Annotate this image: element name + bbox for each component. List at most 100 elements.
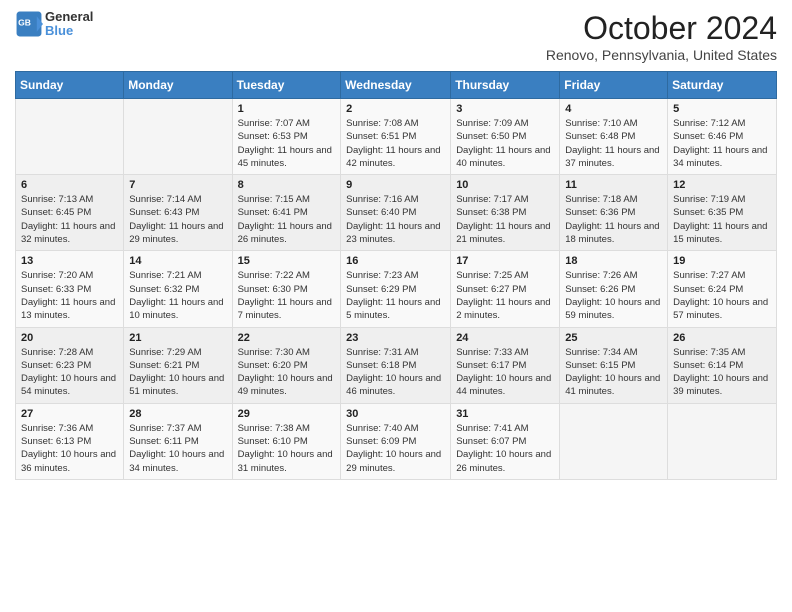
day-info: Sunrise: 7:15 AMSunset: 6:41 PMDaylight:… bbox=[238, 193, 336, 246]
calendar-cell: 5 Sunrise: 7:12 AMSunset: 6:46 PMDaylight… bbox=[668, 99, 777, 175]
day-number: 28 bbox=[129, 408, 226, 420]
calendar-cell: 27 Sunrise: 7:36 AMSunset: 6:13 PMDayligh… bbox=[16, 403, 124, 479]
calendar-cell: 10 Sunrise: 7:17 AMSunset: 6:38 PMDayligh… bbox=[451, 175, 560, 251]
day-number: 25 bbox=[565, 332, 662, 344]
title-block: October 2024 Renovo, Pennsylvania, Unite… bbox=[546, 10, 777, 63]
day-info: Sunrise: 7:33 AMSunset: 6:17 PMDaylight:… bbox=[456, 346, 554, 399]
calendar-week-row: 27 Sunrise: 7:36 AMSunset: 6:13 PMDayligh… bbox=[16, 403, 777, 479]
day-number: 31 bbox=[456, 408, 554, 420]
day-number: 30 bbox=[346, 408, 445, 420]
day-info: Sunrise: 7:28 AMSunset: 6:23 PMDaylight:… bbox=[21, 346, 118, 399]
calendar-cell: 4 Sunrise: 7:10 AMSunset: 6:48 PMDaylight… bbox=[560, 99, 668, 175]
day-info: Sunrise: 7:13 AMSunset: 6:45 PMDaylight:… bbox=[21, 193, 118, 246]
day-number: 27 bbox=[21, 408, 118, 420]
calendar-cell: 12 Sunrise: 7:19 AMSunset: 6:35 PMDayligh… bbox=[668, 175, 777, 251]
column-header-tuesday: Tuesday bbox=[232, 72, 341, 99]
column-header-sunday: Sunday bbox=[16, 72, 124, 99]
day-number: 4 bbox=[565, 103, 662, 115]
day-number: 11 bbox=[565, 179, 662, 191]
calendar-cell: 14 Sunrise: 7:21 AMSunset: 6:32 PMDayligh… bbox=[124, 251, 232, 327]
day-number: 23 bbox=[346, 332, 445, 344]
day-info: Sunrise: 7:20 AMSunset: 6:33 PMDaylight:… bbox=[21, 269, 118, 322]
calendar-cell: 13 Sunrise: 7:20 AMSunset: 6:33 PMDayligh… bbox=[16, 251, 124, 327]
calendar-cell: 26Sunrise: 7:35 AMSunset: 6:14 PMDayligh… bbox=[668, 327, 777, 403]
day-number: 6 bbox=[21, 179, 118, 191]
calendar-header-row: SundayMondayTuesdayWednesdayThursdayFrid… bbox=[16, 72, 777, 99]
column-header-friday: Friday bbox=[560, 72, 668, 99]
day-number: 21 bbox=[129, 332, 226, 344]
day-number: 17 bbox=[456, 255, 554, 267]
calendar-cell bbox=[16, 99, 124, 175]
calendar-cell: 1Sunrise: 7:07 AMSunset: 6:53 PMDaylight… bbox=[232, 99, 341, 175]
calendar-cell: 21 Sunrise: 7:29 AMSunset: 6:21 PMDayligh… bbox=[124, 327, 232, 403]
day-number: 19 bbox=[673, 255, 771, 267]
day-info: Sunrise: 7:16 AMSunset: 6:40 PMDaylight:… bbox=[346, 193, 445, 246]
calendar-cell: 28 Sunrise: 7:37 AMSunset: 6:11 PMDayligh… bbox=[124, 403, 232, 479]
day-info: Sunrise: 7:21 AMSunset: 6:32 PMDaylight:… bbox=[129, 269, 226, 322]
calendar-table: SundayMondayTuesdayWednesdayThursdayFrid… bbox=[15, 71, 777, 480]
day-info: Sunrise: 7:10 AMSunset: 6:48 PMDaylight:… bbox=[565, 117, 662, 170]
logo-text: General Blue bbox=[45, 10, 93, 39]
day-info: Sunrise: 7:37 AMSunset: 6:11 PMDaylight:… bbox=[129, 422, 226, 475]
calendar-cell: 7 Sunrise: 7:14 AMSunset: 6:43 PMDaylight… bbox=[124, 175, 232, 251]
calendar-subtitle: Renovo, Pennsylvania, United States bbox=[546, 47, 777, 63]
calendar-cell: 30 Sunrise: 7:40 AMSunset: 6:09 PMDayligh… bbox=[341, 403, 451, 479]
calendar-cell: 25 Sunrise: 7:34 AMSunset: 6:15 PMDayligh… bbox=[560, 327, 668, 403]
logo-line2: Blue bbox=[45, 24, 93, 38]
day-number: 13 bbox=[21, 255, 118, 267]
day-info: Sunrise: 7:17 AMSunset: 6:38 PMDaylight:… bbox=[456, 193, 554, 246]
calendar-cell: 19Sunrise: 7:27 AMSunset: 6:24 PMDayligh… bbox=[668, 251, 777, 327]
calendar-cell: 17 Sunrise: 7:25 AMSunset: 6:27 PMDayligh… bbox=[451, 251, 560, 327]
calendar-cell: 2Sunrise: 7:08 AMSunset: 6:51 PMDaylight… bbox=[341, 99, 451, 175]
day-info: Sunrise: 7:12 AMSunset: 6:46 PMDaylight:… bbox=[673, 117, 771, 170]
day-number: 5 bbox=[673, 103, 771, 115]
day-number: 29 bbox=[238, 408, 336, 420]
day-number: 2 bbox=[346, 103, 445, 115]
day-number: 14 bbox=[129, 255, 226, 267]
calendar-cell: 29Sunrise: 7:38 AMSunset: 6:10 PMDayligh… bbox=[232, 403, 341, 479]
day-number: 9 bbox=[346, 179, 445, 191]
column-header-thursday: Thursday bbox=[451, 72, 560, 99]
day-number: 26 bbox=[673, 332, 771, 344]
calendar-cell bbox=[560, 403, 668, 479]
calendar-cell: 31 Sunrise: 7:41 AMSunset: 6:07 PMDayligh… bbox=[451, 403, 560, 479]
day-info: Sunrise: 7:14 AMSunset: 6:43 PMDaylight:… bbox=[129, 193, 226, 246]
calendar-cell: 6 Sunrise: 7:13 AMSunset: 6:45 PMDaylight… bbox=[16, 175, 124, 251]
day-info: Sunrise: 7:29 AMSunset: 6:21 PMDaylight:… bbox=[129, 346, 226, 399]
day-number: 18 bbox=[565, 255, 662, 267]
day-info: Sunrise: 7:40 AMSunset: 6:09 PMDaylight:… bbox=[346, 422, 445, 475]
day-number: 12 bbox=[673, 179, 771, 191]
day-number: 22 bbox=[238, 332, 336, 344]
day-info: Sunrise: 7:23 AMSunset: 6:29 PMDaylight:… bbox=[346, 269, 445, 322]
calendar-week-row: 1Sunrise: 7:07 AMSunset: 6:53 PMDaylight… bbox=[16, 99, 777, 175]
day-info: Sunrise: 7:19 AMSunset: 6:35 PMDaylight:… bbox=[673, 193, 771, 246]
calendar-cell: 23 Sunrise: 7:31 AMSunset: 6:18 PMDayligh… bbox=[341, 327, 451, 403]
day-info: Sunrise: 7:25 AMSunset: 6:27 PMDaylight:… bbox=[456, 269, 554, 322]
calendar-cell: 3Sunrise: 7:09 AMSunset: 6:50 PMDaylight… bbox=[451, 99, 560, 175]
day-info: Sunrise: 7:34 AMSunset: 6:15 PMDaylight:… bbox=[565, 346, 662, 399]
day-info: Sunrise: 7:26 AMSunset: 6:26 PMDaylight:… bbox=[565, 269, 662, 322]
day-number: 24 bbox=[456, 332, 554, 344]
day-number: 7 bbox=[129, 179, 226, 191]
calendar-week-row: 20 Sunrise: 7:28 AMSunset: 6:23 PMDayligh… bbox=[16, 327, 777, 403]
day-info: Sunrise: 7:30 AMSunset: 6:20 PMDaylight:… bbox=[238, 346, 336, 399]
calendar-cell: 22 Sunrise: 7:30 AMSunset: 6:20 PMDayligh… bbox=[232, 327, 341, 403]
calendar-cell: 24 Sunrise: 7:33 AMSunset: 6:17 PMDayligh… bbox=[451, 327, 560, 403]
day-info: Sunrise: 7:41 AMSunset: 6:07 PMDaylight:… bbox=[456, 422, 554, 475]
column-header-wednesday: Wednesday bbox=[341, 72, 451, 99]
day-number: 20 bbox=[21, 332, 118, 344]
calendar-week-row: 6 Sunrise: 7:13 AMSunset: 6:45 PMDaylight… bbox=[16, 175, 777, 251]
column-header-monday: Monday bbox=[124, 72, 232, 99]
calendar-cell: 11 Sunrise: 7:18 AMSunset: 6:36 PMDayligh… bbox=[560, 175, 668, 251]
calendar-cell: 9 Sunrise: 7:16 AMSunset: 6:40 PMDaylight… bbox=[341, 175, 451, 251]
calendar-cell bbox=[124, 99, 232, 175]
day-info: Sunrise: 7:36 AMSunset: 6:13 PMDaylight:… bbox=[21, 422, 118, 475]
day-info: Sunrise: 7:18 AMSunset: 6:36 PMDaylight:… bbox=[565, 193, 662, 246]
day-info: Sunrise: 7:31 AMSunset: 6:18 PMDaylight:… bbox=[346, 346, 445, 399]
calendar-cell: 20 Sunrise: 7:28 AMSunset: 6:23 PMDayligh… bbox=[16, 327, 124, 403]
day-number: 1 bbox=[238, 103, 336, 115]
day-number: 10 bbox=[456, 179, 554, 191]
logo-line1: General bbox=[45, 10, 93, 24]
logo-icon: GB bbox=[15, 10, 43, 38]
day-info: Sunrise: 7:09 AMSunset: 6:50 PMDaylight:… bbox=[456, 117, 554, 170]
